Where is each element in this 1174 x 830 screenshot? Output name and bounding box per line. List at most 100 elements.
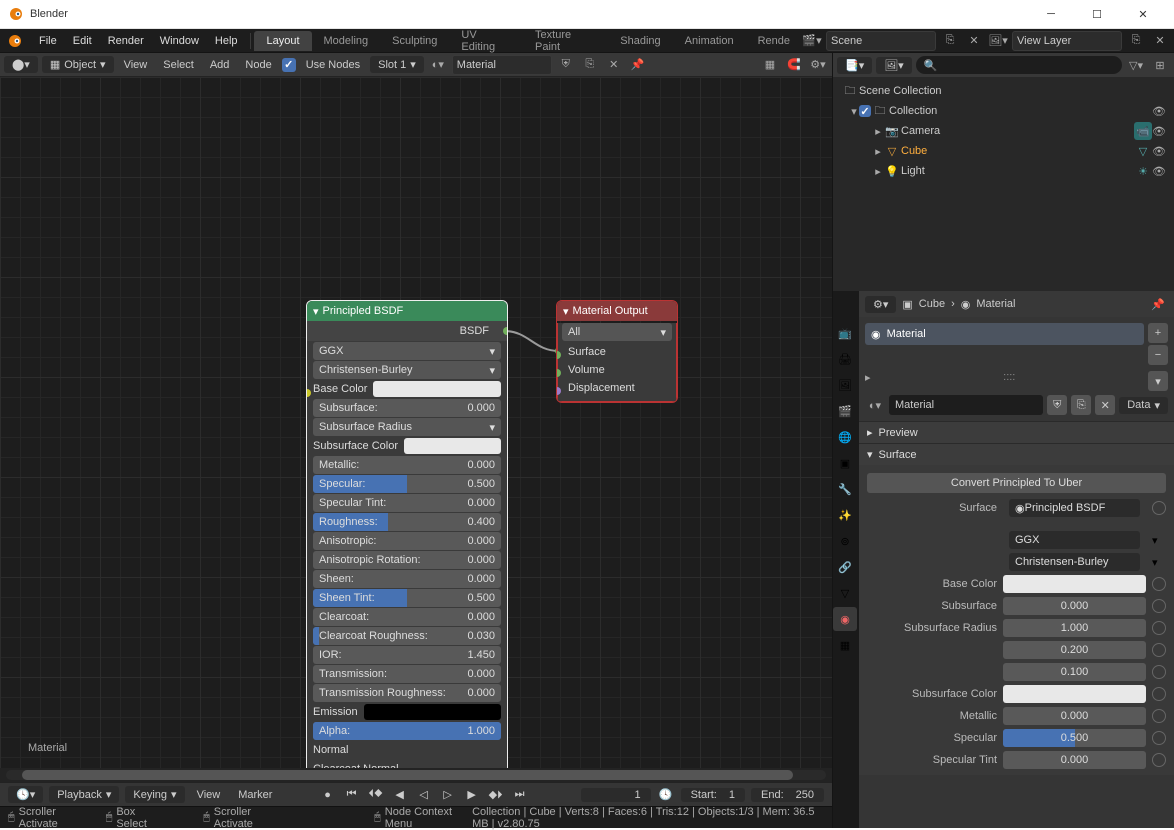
autokey-button[interactable]: ● [319, 786, 337, 804]
light-data-icon[interactable]: ☀ [1134, 162, 1152, 180]
pin-icon[interactable]: 📌 [628, 55, 648, 75]
socket-icon[interactable] [1152, 709, 1166, 723]
window-maximize-button[interactable]: ☐ [1074, 0, 1120, 29]
float-property[interactable]: Anisotropic Rotation:0.000 [313, 551, 501, 569]
material-name-field[interactable]: Material [889, 395, 1043, 415]
tab-world[interactable]: 🌐 [833, 425, 857, 449]
slot-specials-button[interactable]: ▾ [1148, 371, 1168, 391]
end-frame-field[interactable]: End:250 [751, 788, 824, 802]
tab-output[interactable]: 🖨 [833, 347, 857, 371]
tab-render[interactable]: 📺 [833, 321, 857, 345]
tab-uv[interactable]: UV Editing [449, 25, 523, 57]
mode-selector[interactable]: ▦ Object ▾ [42, 56, 114, 73]
clock-icon[interactable]: 🕓 [657, 786, 675, 804]
node-material-output[interactable]: ▾ Material Output All▾ Surface Volume Di… [557, 301, 677, 402]
vector-property[interactable]: Subsurface Radius▾ [313, 418, 501, 436]
material-name-field[interactable]: Material [452, 55, 552, 75]
disclosure-icon[interactable]: ▸ [873, 145, 883, 158]
color-field[interactable] [1003, 685, 1146, 703]
menu-window[interactable]: Window [152, 29, 207, 53]
snap-icon[interactable]: 🧲 [784, 55, 804, 75]
unlink-icon[interactable]: ✕ [1095, 395, 1115, 415]
float-property[interactable]: Clearcoat:0.000 [313, 608, 501, 626]
float-property[interactable]: IOR:1.450 [313, 646, 501, 664]
float-property[interactable]: Sheen Tint:0.500 [313, 589, 501, 607]
tab-physics[interactable]: ⊚ [833, 529, 857, 553]
menu-select[interactable]: Select [157, 59, 200, 71]
visibility-icon[interactable]: 👁 [1152, 165, 1166, 178]
base-color-row[interactable]: Base Color [313, 380, 501, 398]
socket-icon[interactable] [1152, 577, 1166, 591]
props-type-selector[interactable]: ⚙▾ [865, 296, 896, 313]
play-button[interactable]: ▷ [439, 786, 457, 804]
socket-icon[interactable] [1152, 687, 1166, 701]
number-field[interactable]: 0.000 [1003, 707, 1146, 725]
frame-prev-button[interactable]: ◀ [391, 786, 409, 804]
tab-constraints[interactable]: 🔗 [833, 555, 857, 579]
visibility-icon[interactable]: 👁 [1152, 125, 1166, 138]
node-editor-scrollbar[interactable] [6, 770, 826, 780]
timeline-view[interactable]: View [191, 789, 227, 801]
disclosure-icon[interactable]: ▾ [849, 105, 859, 118]
timeline-editor-selector[interactable]: 🕓▾ [8, 786, 43, 803]
node-editor[interactable]: Material ▾ Principled BSDF BSDF GGX▾ Chr… [0, 77, 832, 768]
material-slot[interactable]: ◉Material [865, 323, 1144, 345]
playback-menu[interactable]: Playback ▾ [49, 786, 119, 803]
node-title[interactable]: ▾ Principled BSDF [307, 301, 507, 321]
socket-icon[interactable] [1152, 731, 1166, 745]
expand-icon[interactable]: ▸ [865, 371, 871, 391]
tab-mesh[interactable]: ▽ [833, 581, 857, 605]
surface-shader-dropdown[interactable]: ◉ Principled BSDF [1009, 499, 1140, 517]
visibility-icon[interactable]: 👁 [1152, 105, 1166, 118]
menu-file[interactable]: File [31, 29, 65, 53]
tab-scene[interactable]: 🎬 [833, 399, 857, 423]
socket-icon[interactable] [1152, 753, 1166, 767]
menu-render[interactable]: Render [100, 29, 152, 53]
menu-help[interactable]: Help [207, 29, 246, 53]
remove-slot-button[interactable]: − [1148, 345, 1168, 365]
key-prev-button[interactable]: ⏴◆ [367, 786, 385, 804]
sss-method-dropdown[interactable]: Christensen-Burley▾ [313, 361, 501, 379]
socket-icon[interactable] [1152, 621, 1166, 635]
scene-browse-icon[interactable]: 🎬▾ [802, 31, 822, 51]
socket-icon[interactable] [1152, 665, 1166, 679]
outliner-scene-collection[interactable]: 🗀 Scene Collection [833, 81, 1174, 101]
material-browse-icon[interactable]: ◐▾ [865, 395, 885, 415]
frame-next-button[interactable]: ▶ [463, 786, 481, 804]
sss-dropdown[interactable]: Christensen-Burley [1009, 553, 1140, 571]
menu-node[interactable]: Node [239, 59, 277, 71]
number-field[interactable]: 0.000 [1003, 597, 1146, 615]
outliner-item-cube[interactable]: ▸ ▽ Cube ▽ 👁 [833, 141, 1174, 161]
menu-view[interactable]: View [118, 59, 154, 71]
viewlayer-browse-icon[interactable]: 🖼▾ [988, 31, 1008, 51]
camera-data-icon[interactable]: 📹 [1134, 122, 1152, 140]
shield-icon[interactable]: ⛨ [556, 55, 576, 75]
outliner-type-selector[interactable]: 📑▾ [837, 57, 872, 74]
number-field[interactable]: 0.200 [1003, 641, 1146, 659]
tab-modifiers[interactable]: 🔧 [833, 477, 857, 501]
scene-delete-icon[interactable]: ✕ [964, 31, 984, 51]
window-close-button[interactable]: ✕ [1120, 0, 1166, 29]
float-property[interactable]: Specular:0.500 [313, 475, 501, 493]
jump-end-button[interactable]: ⏭ [511, 786, 529, 804]
add-slot-button[interactable]: + [1148, 323, 1168, 343]
viewlayer-delete-icon[interactable]: ✕ [1150, 31, 1170, 51]
pin-icon[interactable]: 📌 [1148, 294, 1168, 314]
number-field[interactable]: 1.000 [1003, 619, 1146, 637]
viewlayer-new-icon[interactable]: ⎘ [1126, 31, 1146, 51]
tab-shading[interactable]: Shading [608, 31, 672, 51]
breadcrumb-material[interactable]: Material [976, 298, 1015, 310]
menu-edit[interactable]: Edit [65, 29, 100, 53]
timeline-marker[interactable]: Marker [232, 789, 278, 801]
panel-surface[interactable]: ▾ Surface [859, 443, 1174, 465]
display-mode-selector[interactable]: 🖼▾ [876, 57, 912, 74]
number-field[interactable]: 0.000 [1003, 751, 1146, 769]
unlink-icon[interactable]: ✕ [604, 55, 624, 75]
float-property[interactable]: Transmission Roughness:0.000 [313, 684, 501, 702]
float-property[interactable]: Metallic:0.000 [313, 456, 501, 474]
viewlayer-name-field[interactable]: View Layer [1012, 31, 1122, 51]
tab-particles[interactable]: ✨ [833, 503, 857, 527]
filter-icon[interactable]: ▽▾ [1126, 55, 1146, 75]
outliner-search[interactable]: 🔍 [916, 56, 1122, 74]
use-nodes-checkbox[interactable]: ✓ [282, 58, 296, 72]
